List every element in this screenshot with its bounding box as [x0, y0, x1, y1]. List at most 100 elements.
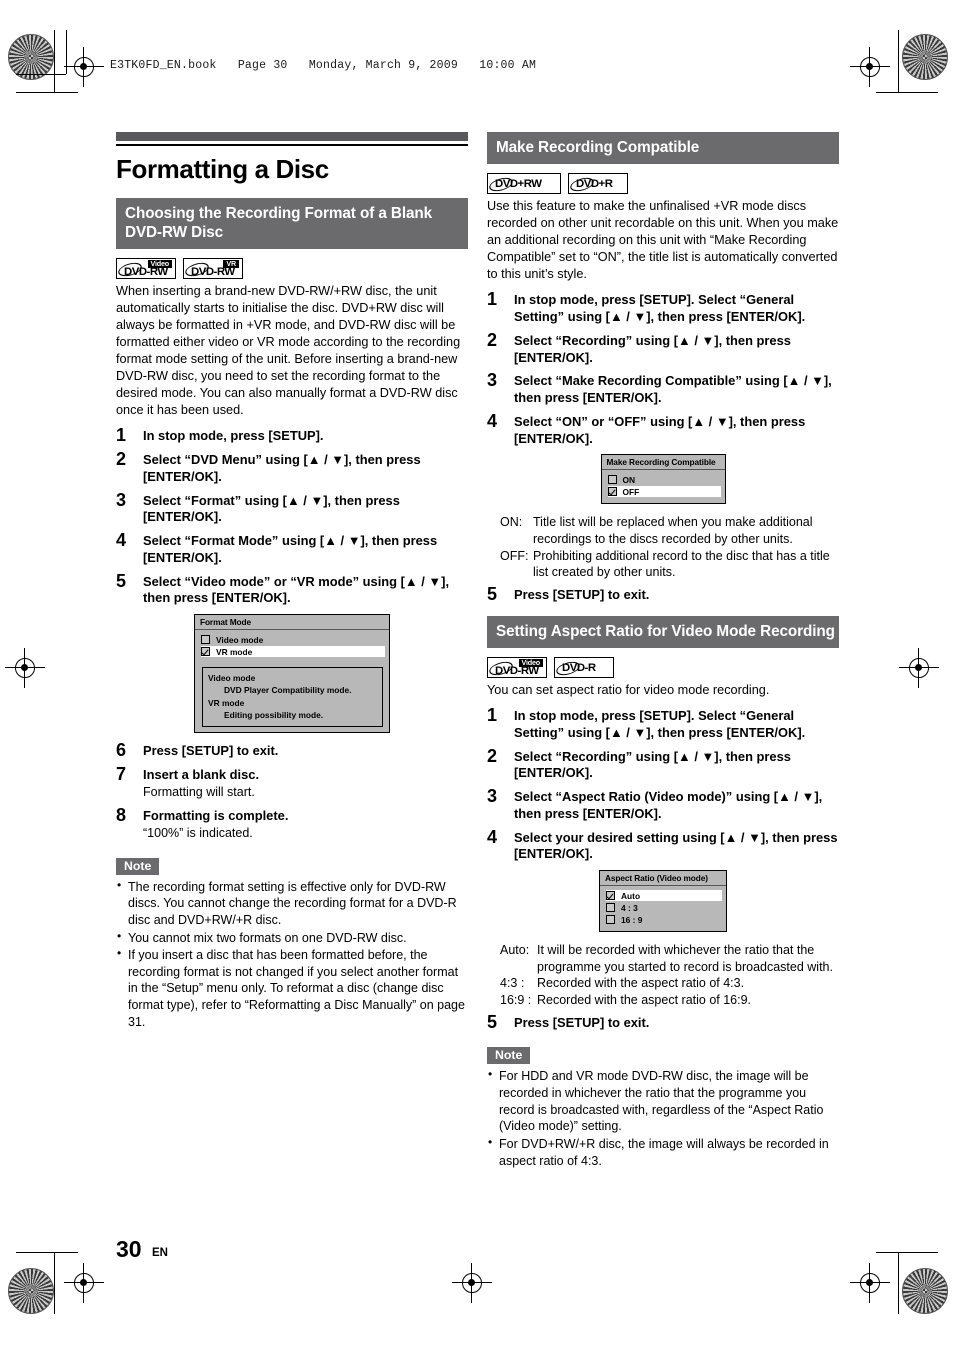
step-item: 3 Select “Make Recording Compatible” usi…	[487, 371, 839, 407]
osd-make-recording-compatible: Make Recording Compatible ON OFF	[600, 454, 726, 505]
definition-desc: Prohibiting additional record to the dis…	[533, 548, 830, 580]
osd-option-row[interactable]: ON	[607, 474, 721, 485]
logo-name-label: DVD+R	[576, 178, 613, 191]
note-item: You cannot mix two formats on one DVD-RW…	[116, 929, 468, 947]
registration-mark-right-middle	[899, 648, 939, 688]
definition-row: OFF: Prohibiting additional record to th…	[487, 548, 839, 581]
logo-name-label: DVD+RW	[495, 178, 542, 191]
step-text: Select your desired setting using [▲ / ▼…	[514, 829, 838, 862]
dvd-r-logo-icon: DVD-R	[554, 657, 614, 678]
book-file-header: E3TK0FD_EN.book Page 30 Monday, March 9,…	[110, 59, 537, 72]
note-list-aspect-ratio: For HDD and VR mode DVD-RW disc, the ima…	[487, 1067, 839, 1169]
osd-option-row-selected[interactable]: VR mode	[201, 646, 385, 658]
intro-paragraph-choosing-format: When inserting a brand-new DVD-RW/+RW di…	[116, 284, 461, 418]
checkbox-checked-icon[interactable]	[607, 487, 617, 497]
step-text: Formatting is complete.	[143, 807, 289, 823]
intro-paragraph-aspect-ratio: You can set aspect ratio for video mode …	[487, 683, 770, 697]
step-number: 7	[116, 763, 127, 784]
intro-paragraph-make-recording-compatible: Use this feature to make the unfinalised…	[487, 199, 839, 282]
step-item: 5 Select “Video mode” or “VR mode” using…	[116, 570, 468, 608]
logo-name-label: DVD-RW	[191, 265, 235, 278]
definition-desc: Recorded with the aspect ratio of 16:9.	[537, 993, 752, 1008]
osd-option-row-selected[interactable]: OFF	[607, 486, 721, 498]
step-text: Insert a blank disc.	[143, 766, 260, 782]
step-text: Press [SETUP] to exit.	[514, 586, 650, 602]
crop-line-top-left-h2	[16, 74, 66, 76]
page-language-code: EN	[152, 1247, 168, 1259]
step-text: Select “ON” or “OFF” using [▲ / ▼], then…	[514, 413, 806, 446]
step-number: 5	[116, 570, 127, 591]
step-item: 2 Select “Recording” using [▲ / ▼], then…	[487, 329, 839, 367]
osd-option-list: Video mode VR mode	[195, 630, 389, 663]
step-item: 1 In stop mode, press [SETUP].	[116, 426, 468, 445]
osd-option-label: Video mode	[216, 634, 264, 645]
osd-option-label: ON	[622, 474, 636, 485]
osd-help-desc: DVD Player Compatibility mode.	[224, 685, 352, 696]
definition-row: ON: Title list will be replaced when you…	[487, 514, 839, 547]
left-column: Formatting a Disc Choosing the Recording…	[116, 132, 468, 1031]
step-text: Select “Make Recording Compatible” using…	[514, 373, 832, 406]
osd-option-row[interactable]: 4 : 3	[606, 902, 722, 913]
step-text: Select “Aspect Ratio (Video mode)” using…	[514, 789, 823, 821]
osd-title: Make Recording Compatible	[601, 455, 725, 471]
step-number: 5	[487, 583, 498, 604]
step-text: Select “DVD Menu” using [▲ / ▼], then pr…	[143, 452, 421, 484]
osd-option-row-selected[interactable]: Auto	[606, 890, 722, 902]
section-heading-make-recording-compatible: Make Recording Compatible	[487, 132, 839, 165]
osd-format-mode: Format Mode Video mode VR mode Video mod…	[194, 614, 390, 733]
definition-row: 16:9 : Recorded with the aspect ratio of…	[487, 992, 839, 1009]
step-item: 2 Select “DVD Menu” using [▲ / ▼], then …	[116, 450, 468, 486]
registration-mark-bottom-left	[64, 1263, 104, 1303]
definition-row: 4:3 : Recorded with the aspect ratio of …	[487, 975, 839, 992]
step-number: 1	[487, 705, 498, 726]
step-subtext: Formatting will start.	[143, 785, 255, 800]
right-column: Make Recording Compatible DVD+RW DVD+R U…	[487, 132, 839, 1170]
checkbox-checked-icon[interactable]	[606, 891, 615, 901]
osd-aspect-ratio: Aspect Ratio (Video mode) Auto 4 : 3 16 …	[599, 870, 727, 933]
definition-row: Auto: It will be recorded with whichever…	[487, 942, 839, 975]
dvd-rw-video-logo-icon: Video DVD-RW	[487, 657, 547, 678]
registration-mark-top-right	[850, 47, 890, 87]
disc-logo-row-choosing-format: Video DVD-RW VR DVD-RW	[116, 258, 468, 280]
osd-help-box: Video mode DVD Player Compatibility mode…	[202, 667, 383, 727]
checkbox-unchecked-icon[interactable]	[606, 915, 615, 925]
checkbox-unchecked-icon[interactable]	[607, 475, 617, 485]
step-number: 4	[116, 530, 127, 551]
definition-term: OFF:	[500, 548, 529, 563]
logo-name-label: DVD-RW	[124, 265, 168, 278]
osd-option-label: VR mode	[216, 646, 253, 657]
osd-option-label: OFF	[622, 486, 640, 497]
step-number: 3	[487, 786, 498, 807]
definition-term: 16:9 :	[500, 993, 532, 1008]
step-item: 2 Select “Recording” using [▲ / ▼], then…	[487, 747, 839, 783]
step-text: Select “Format Mode” using [▲ / ▼], then…	[143, 533, 438, 565]
checkbox-unchecked-icon[interactable]	[201, 635, 210, 645]
density-circle-bottom-left	[8, 1268, 54, 1314]
definitions-aspect-ratio: Auto: It will be recorded with whichever…	[487, 942, 839, 1009]
step-item: 3 Select “Format” using [▲ / ▼], then pr…	[116, 491, 468, 527]
osd-option-row[interactable]: Video mode	[201, 634, 385, 645]
note-list-choosing-format: The recording format setting is effectiv…	[116, 878, 468, 1031]
definition-term: ON:	[500, 515, 523, 530]
step-text: Select “Recording” using [▲ / ▼], then p…	[514, 748, 791, 781]
density-circle-bottom-right	[902, 1268, 948, 1314]
osd-option-list: ON OFF	[602, 470, 725, 503]
osd-help-term: VR mode	[208, 697, 245, 708]
step-text: Select “Recording” using [▲ / ▼], then p…	[514, 332, 791, 365]
osd-option-row[interactable]: 16 : 9	[606, 914, 722, 925]
step-text: In stop mode, press [SETUP].	[143, 428, 324, 444]
crop-line-bottom-right-v	[898, 1252, 900, 1314]
definition-term: 4:3 :	[500, 976, 525, 991]
definition-desc: Title list will be replaced when you mak…	[533, 515, 813, 547]
note-item: If you insert a disc that has been forma…	[116, 946, 468, 1030]
step-item: 1 In stop mode, press [SETUP]. Select “G…	[487, 705, 839, 742]
step-item: 3 Select “Aspect Ratio (Video mode)” usi…	[487, 786, 839, 823]
checkbox-unchecked-icon[interactable]	[606, 903, 615, 913]
crop-line-bottom-left-v	[54, 1252, 56, 1314]
osd-help-desc: Editing possibility mode.	[224, 709, 324, 720]
step-number: 4	[487, 826, 498, 847]
step-number: 2	[487, 329, 498, 350]
step-number: 1	[487, 289, 498, 310]
checkbox-checked-icon[interactable]	[201, 647, 210, 657]
definition-desc: It will be recorded with whichever the r…	[537, 943, 833, 974]
